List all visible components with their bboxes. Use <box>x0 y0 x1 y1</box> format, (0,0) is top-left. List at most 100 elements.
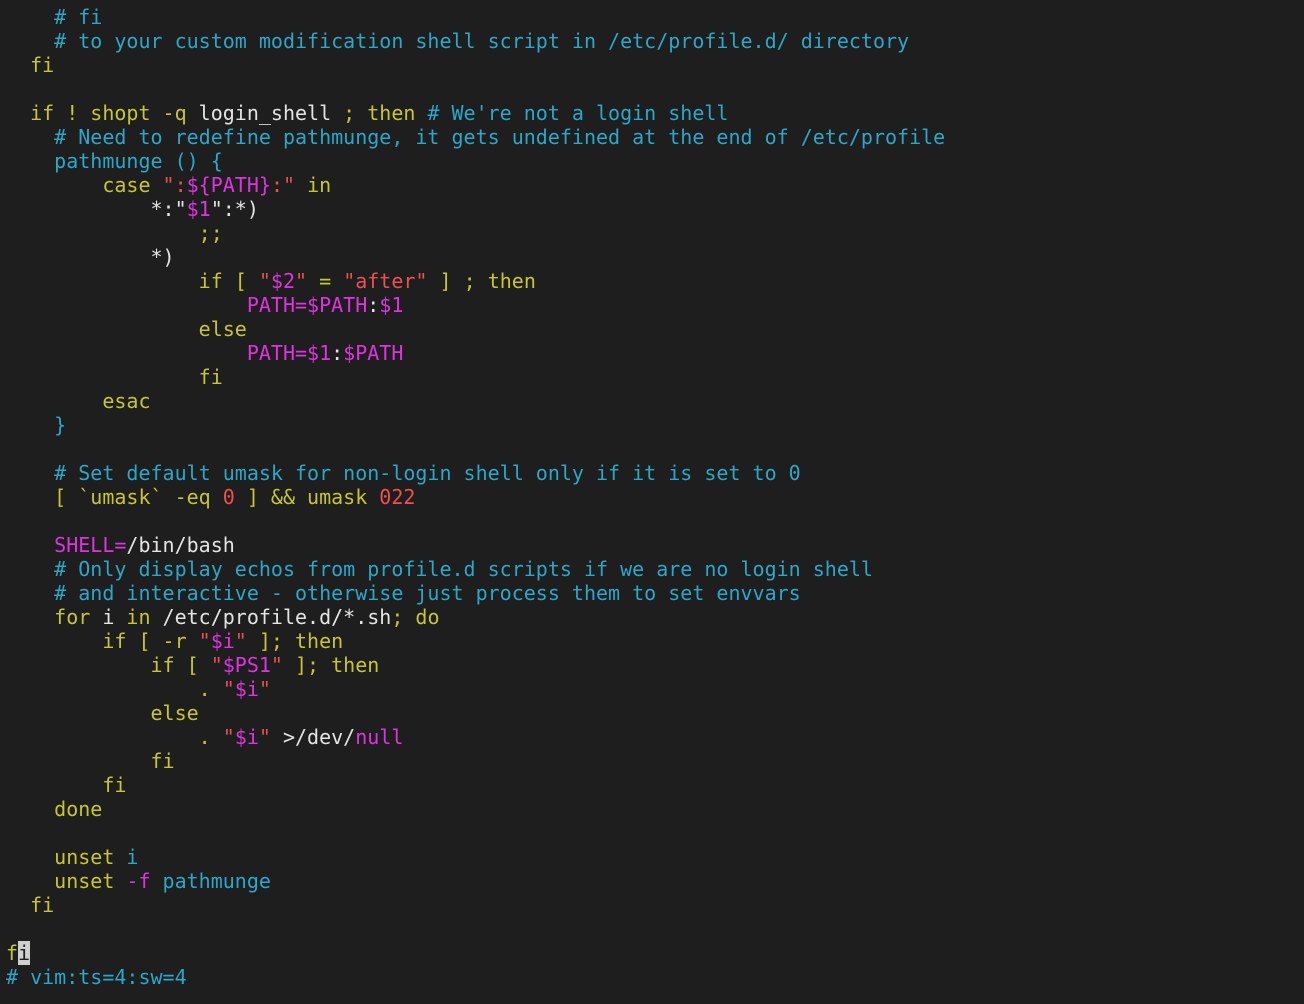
code-token: # We're not a login shell <box>427 101 729 125</box>
code-token: $1 <box>379 293 404 317</box>
code-token: fi <box>6 773 127 797</box>
code-token: case <box>6 173 163 197</box>
code-line: pathmunge () { <box>0 149 1304 173</box>
code-token: ":*) <box>210 197 259 221</box>
code-token: /etc/profile.d/*.sh <box>162 605 392 629</box>
code-token: " <box>210 653 223 677</box>
code-token: if ! shopt -q <box>6 101 199 125</box>
code-line: esac <box>0 389 1304 413</box>
code-line: if [ -r "$i" ]; then <box>0 629 1304 653</box>
code-line: fi <box>0 773 1304 797</box>
code-token: i <box>102 605 115 629</box>
code-line: fi <box>0 941 1304 965</box>
code-token: unset <box>6 845 127 869</box>
code-token: in <box>114 605 163 629</box>
code-token: # Only display echos from profile.d scri… <box>6 557 873 581</box>
code-token: " <box>258 677 271 701</box>
code-line: else <box>0 317 1304 341</box>
code-line: . "$i" >/dev/null <box>0 725 1304 749</box>
code-token: i <box>126 845 139 869</box>
code-line: unset i <box>0 845 1304 869</box>
code-line: SHELL=/bin/bash <box>0 533 1304 557</box>
code-token: = <box>307 269 344 293</box>
code-token: } <box>6 413 67 437</box>
code-token: fi <box>6 893 55 917</box>
code-token: . <box>6 677 223 701</box>
code-line: PATH=$1:$PATH <box>0 341 1304 365</box>
text-cursor: i <box>18 941 31 965</box>
code-token: # Need to redefine pathmunge, it gets un… <box>6 125 946 149</box>
code-line: # to your custom modification shell scri… <box>0 29 1304 53</box>
code-line: # fi <box>0 5 1304 29</box>
code-token: : <box>367 293 380 317</box>
code-line: [ `umask` -eq 0 ] && umask 022 <box>0 485 1304 509</box>
code-token: ] && umask <box>234 485 380 509</box>
code-token: ]; then <box>246 629 344 653</box>
code-token: if [ -r <box>6 629 199 653</box>
code-token: in <box>295 173 332 197</box>
code-line: fi <box>0 53 1304 77</box>
code-token: $i <box>234 725 259 749</box>
vim-editor-buffer[interactable]: # fi # to your custom modification shell… <box>0 0 1304 1004</box>
code-line: *) <box>0 245 1304 269</box>
code-token: ] ; then <box>427 269 536 293</box>
code-token: # Set default umask for non-login shell … <box>6 461 801 485</box>
code-token: $PATH <box>343 341 404 365</box>
code-line: for i in /etc/profile.d/*.sh; do <box>0 605 1304 629</box>
code-token: *) <box>6 245 175 269</box>
code-token: /bin/bash <box>126 533 235 557</box>
code-token: $1 <box>186 197 211 221</box>
code-token: ; do <box>391 605 440 629</box>
code-line: done <box>0 797 1304 821</box>
code-token: *:" <box>6 197 187 221</box>
code-token: ;; <box>6 221 223 245</box>
code-line: # Need to redefine pathmunge, it gets un… <box>0 125 1304 149</box>
code-line: if [ "$2" = "after" ] ; then <box>0 269 1304 293</box>
code-line: # Set default umask for non-login shell … <box>0 461 1304 485</box>
code-token: ; then <box>331 101 428 125</box>
code-token: # to your custom modification shell scri… <box>6 29 910 53</box>
code-token: [ `umask` -eq <box>6 485 223 509</box>
code-token: else <box>6 317 247 341</box>
code-token: # fi <box>6 5 103 29</box>
code-token: $i <box>234 677 259 701</box>
code-line: # vim:ts=4:sw=4 <box>0 965 1304 989</box>
code-token: :" <box>270 173 296 197</box>
code-token: " <box>222 677 235 701</box>
code-line: else <box>0 701 1304 725</box>
code-token: $PS1 <box>222 653 271 677</box>
code-token: " <box>295 269 308 293</box>
code-token: " <box>270 653 283 677</box>
code-token: ]; then <box>282 653 380 677</box>
code-token: " <box>234 629 247 653</box>
code-token: null <box>355 725 404 749</box>
code-token: -f <box>126 869 151 893</box>
code-token: if [ <box>6 653 211 677</box>
code-line: if ! shopt -q login_shell ; then # We're… <box>0 101 1304 125</box>
code-token: . <box>6 725 223 749</box>
code-line: # Only display echos from profile.d scri… <box>0 557 1304 581</box>
code-token: ${PATH} <box>186 173 271 197</box>
code-token: : <box>331 341 344 365</box>
code-line: PATH=$PATH:$1 <box>0 293 1304 317</box>
code-token: # vim:ts=4:sw=4 <box>6 965 187 989</box>
code-line: *:"$1":*) <box>0 197 1304 221</box>
code-line: . "$i" <box>0 677 1304 701</box>
code-token: fi <box>6 749 175 773</box>
code-token: " <box>258 725 271 749</box>
code-token: fi <box>6 53 55 77</box>
code-line: } <box>0 413 1304 437</box>
code-token: for <box>6 605 103 629</box>
code-token: else <box>6 701 199 725</box>
code-line: fi <box>0 365 1304 389</box>
code-token: pathmunge <box>150 869 271 893</box>
code-token: PATH=$PATH <box>6 293 368 317</box>
code-token: "after" <box>343 269 428 293</box>
code-token: unset <box>6 869 127 893</box>
code-token: PATH=$1 <box>6 341 332 365</box>
